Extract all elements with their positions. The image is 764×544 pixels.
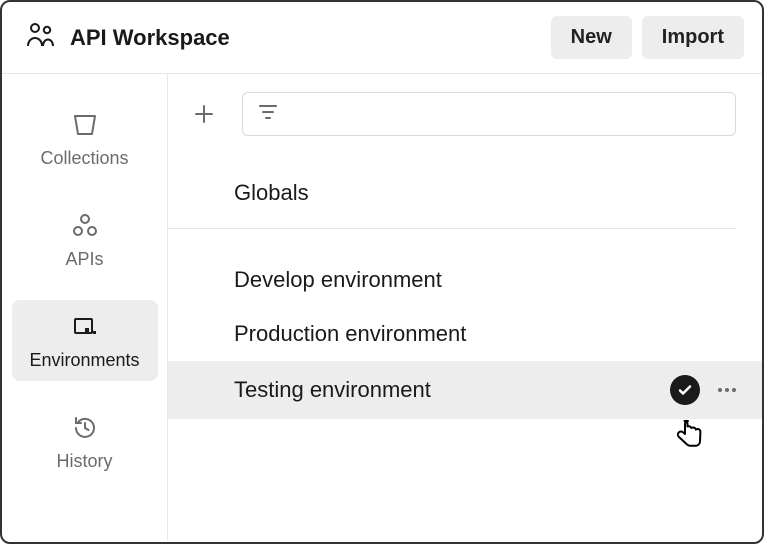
header-actions: New Import <box>551 16 744 59</box>
sidebar-item-apis[interactable]: APIs <box>12 199 158 280</box>
main-panel: Globals Develop environment Production e… <box>168 74 762 540</box>
globals-label: Globals <box>234 180 309 205</box>
environment-name: Develop environment <box>234 267 442 293</box>
sidebar-item-label: APIs <box>65 249 103 270</box>
workspace-title: API Workspace <box>70 25 230 51</box>
new-button[interactable]: New <box>551 16 632 59</box>
environment-name: Testing environment <box>234 377 431 403</box>
globals-row[interactable]: Globals <box>168 150 736 229</box>
sidebar-item-history[interactable]: History <box>12 401 158 482</box>
collections-icon <box>70 110 100 140</box>
apis-icon <box>70 211 100 241</box>
environment-list: Develop environment Production environme… <box>168 253 762 419</box>
sidebar-item-label: Environments <box>29 350 139 371</box>
sidebar-item-label: Collections <box>40 148 128 169</box>
sidebar-item-collections[interactable]: Collections <box>12 98 158 179</box>
row-actions <box>670 375 738 405</box>
active-check-icon[interactable] <box>670 375 700 405</box>
import-button[interactable]: Import <box>642 16 744 59</box>
filter-input[interactable] <box>242 92 736 136</box>
environment-row[interactable]: Develop environment <box>168 253 762 307</box>
workspace-header: API Workspace New Import <box>2 2 762 74</box>
add-button[interactable] <box>186 96 222 132</box>
header-left: API Workspace <box>26 21 230 54</box>
history-icon <box>70 413 100 443</box>
sidebar: Collections APIs Environments <box>2 74 168 540</box>
sidebar-item-label: History <box>56 451 112 472</box>
environment-row[interactable]: Production environment <box>168 307 762 361</box>
environment-name: Production environment <box>234 321 466 347</box>
environment-row[interactable]: Testing environment <box>168 361 762 419</box>
more-options-icon[interactable] <box>716 386 738 394</box>
plus-icon <box>192 102 216 126</box>
sidebar-item-environments[interactable]: Environments <box>12 300 158 381</box>
people-icon <box>26 21 56 54</box>
environments-icon <box>70 312 100 342</box>
filter-icon <box>257 101 279 128</box>
layout: Collections APIs Environments <box>2 74 762 540</box>
main-toolbar <box>168 74 762 150</box>
